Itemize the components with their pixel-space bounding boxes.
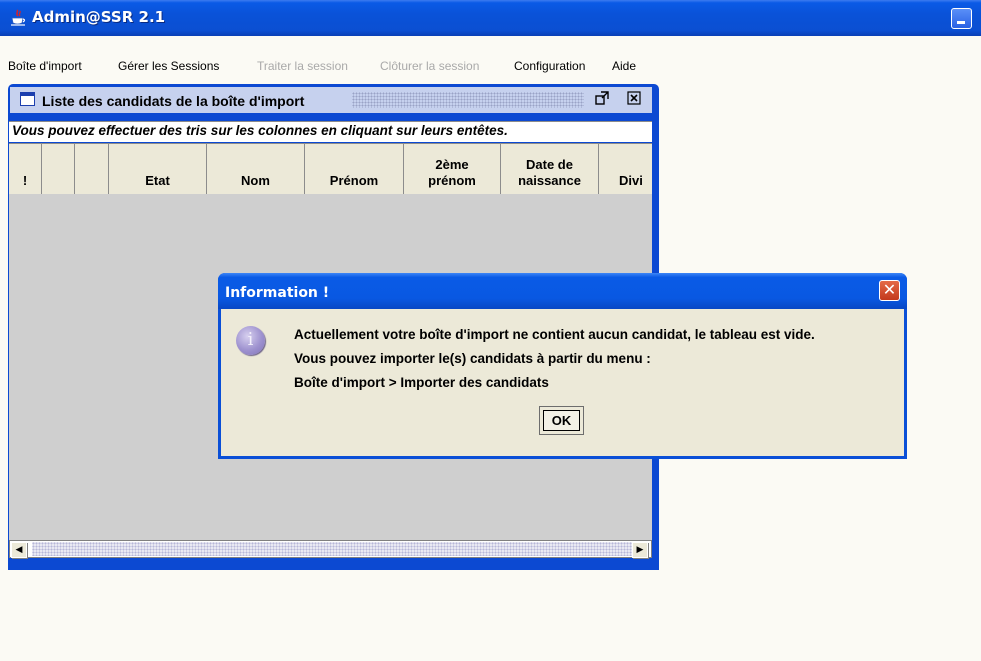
menu-cloturer-session[interactable]: Clôturer la session bbox=[380, 59, 479, 73]
menubar-top-spacer bbox=[0, 36, 981, 56]
scroll-right-icon[interactable]: ▶ bbox=[632, 542, 648, 558]
column-header-nom[interactable]: Nom bbox=[207, 144, 305, 195]
dialog-body: i Actuellement votre boîte d'import ne c… bbox=[221, 309, 904, 456]
minimize-icon bbox=[957, 21, 965, 24]
information-icon: i bbox=[236, 326, 265, 355]
column-header-2eme-prenom[interactable]: 2ème prénom bbox=[404, 144, 501, 195]
menu-boite-import[interactable]: Boîte d'import bbox=[8, 59, 82, 73]
dialog-message-line-1: Actuellement votre boîte d'import ne con… bbox=[294, 327, 815, 342]
column-header-2[interactable] bbox=[42, 144, 75, 195]
column-header-3[interactable] bbox=[75, 144, 109, 195]
menu-configuration[interactable]: Configuration bbox=[514, 59, 585, 73]
window-titlebar: Admin@SSR 2.1 bbox=[0, 0, 981, 36]
column-header-flag[interactable]: ! bbox=[9, 144, 42, 195]
menu-aide[interactable]: Aide bbox=[612, 59, 636, 73]
column-header-date-naissance[interactable]: Date de naissance bbox=[501, 144, 599, 195]
column-header-etat[interactable]: Etat bbox=[109, 144, 207, 195]
window-title: Admin@SSR 2.1 bbox=[32, 8, 166, 26]
horizontal-scrollbar[interactable]: ◀ ▶ bbox=[9, 540, 652, 558]
menubar: Boîte d'import Gérer les Sessions Traite… bbox=[0, 56, 981, 78]
java-cup-icon bbox=[11, 9, 26, 26]
sort-hint-bar: Vous pouvez effectuer des tris sur les c… bbox=[9, 121, 652, 142]
information-dialog: Information ! ✕ i Actuellement votre boî… bbox=[218, 273, 907, 459]
column-header-division[interactable]: Divi bbox=[599, 144, 652, 195]
dialog-message-line-3: Boîte d'import > Importer des candidats bbox=[294, 375, 549, 390]
table-header: ! Etat Nom Prénom 2ème prénom Date de na… bbox=[9, 143, 652, 195]
dialog-title: Information ! bbox=[225, 285, 330, 301]
frame-title-grip bbox=[352, 92, 584, 108]
menu-traiter-session[interactable]: Traiter la session bbox=[257, 59, 348, 73]
frame-close-icon[interactable] bbox=[625, 91, 643, 109]
scroll-left-icon[interactable]: ◀ bbox=[11, 542, 27, 558]
menu-gerer-sessions[interactable]: Gérer les Sessions bbox=[118, 59, 219, 73]
ok-button-label: OK bbox=[543, 410, 580, 431]
dialog-message-line-2: Vous pouvez importer le(s) candidats à p… bbox=[294, 351, 651, 366]
dialog-titlebar: Information ! ✕ bbox=[218, 273, 907, 309]
frame-window-icon bbox=[20, 92, 35, 106]
frame-title: Liste des candidats de la boîte d'import bbox=[42, 93, 305, 109]
dialog-close-icon[interactable]: ✕ bbox=[879, 280, 900, 301]
minimize-button[interactable] bbox=[951, 8, 972, 29]
scroll-thumb[interactable] bbox=[32, 542, 633, 556]
frame-titlebar: Liste des candidats de la boîte d'import bbox=[10, 87, 652, 113]
column-header-prenom[interactable]: Prénom bbox=[305, 144, 404, 195]
ok-button[interactable]: OK bbox=[539, 406, 584, 435]
sort-hint-text: Vous pouvez effectuer des tris sur les c… bbox=[12, 123, 508, 138]
maximize-icon[interactable] bbox=[593, 91, 611, 109]
